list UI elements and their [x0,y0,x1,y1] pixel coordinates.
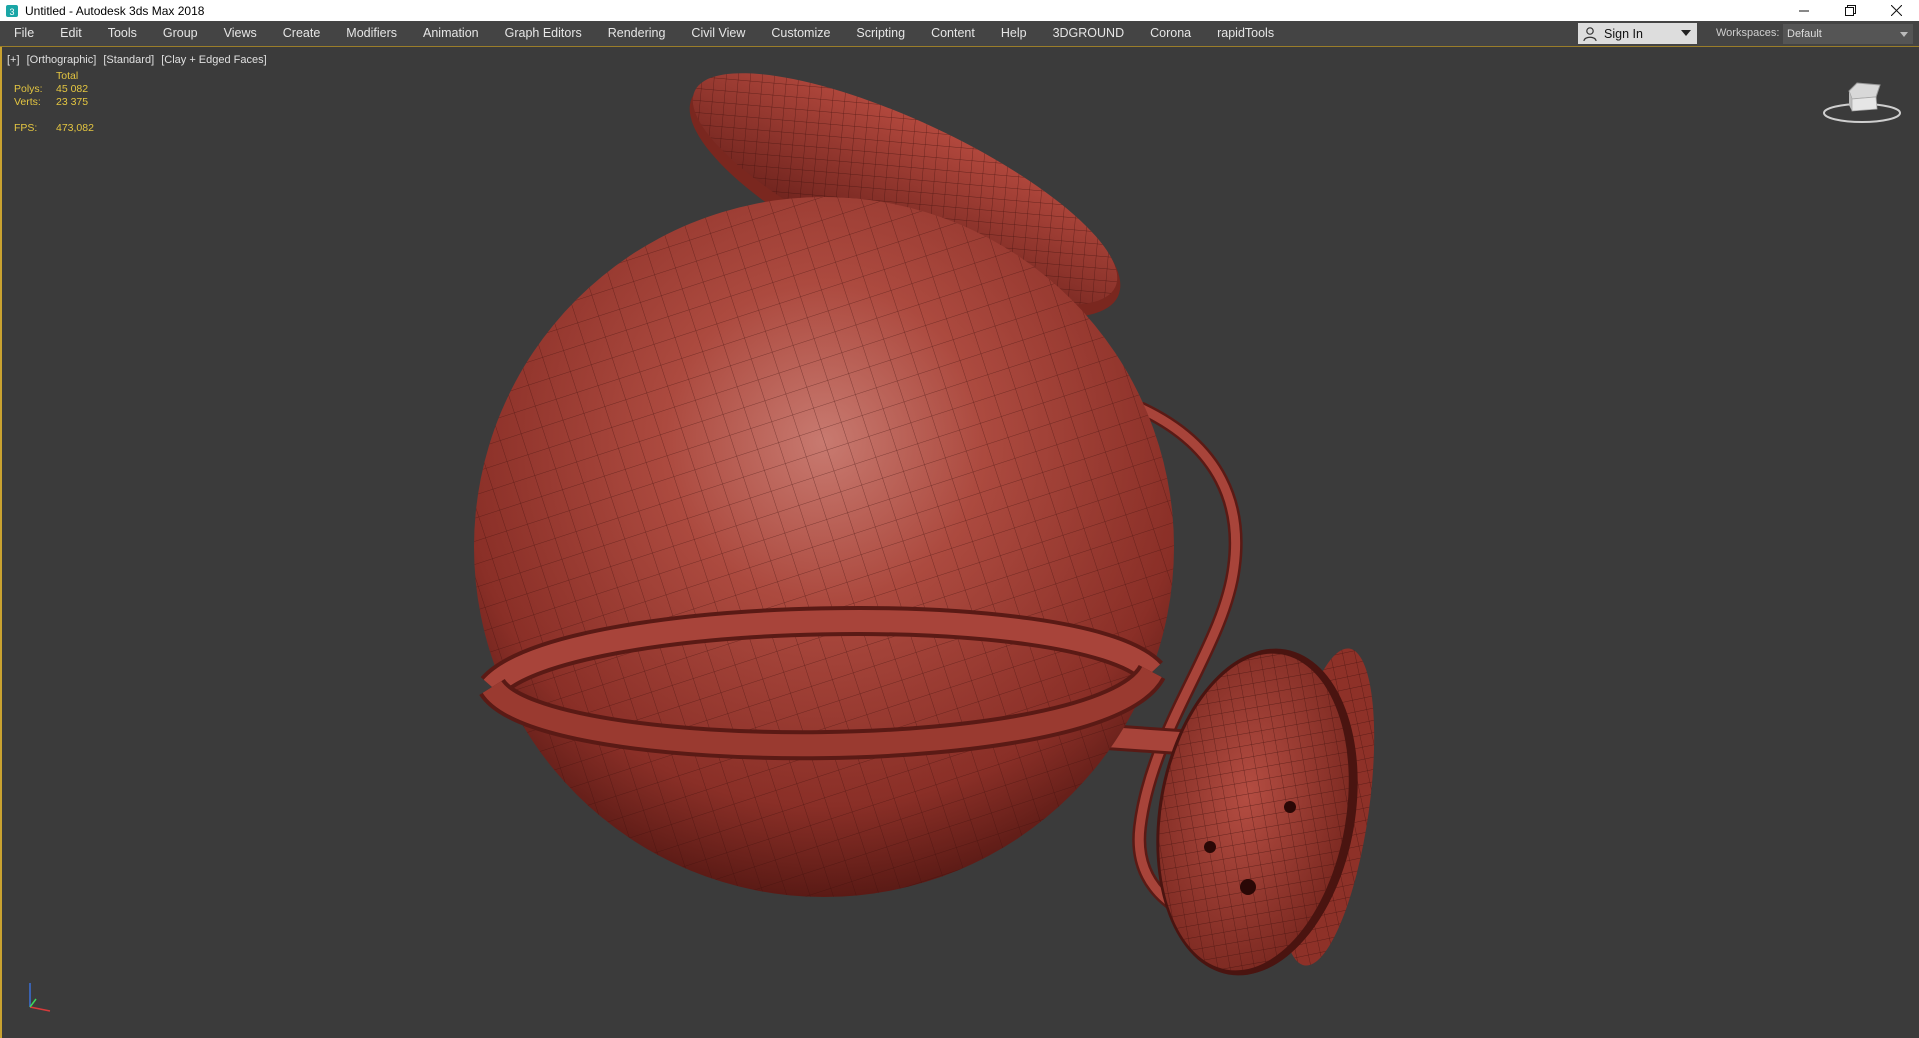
chevron-down-icon [1681,30,1691,36]
menu-scripting[interactable]: Scripting [843,21,918,46]
user-icon [1583,26,1597,41]
workspace-value: Default [1787,28,1822,40]
menu-edit[interactable]: Edit [47,21,95,46]
polys-value: 45 082 [56,83,89,95]
menu-3dground[interactable]: 3DGROUND [1040,21,1138,46]
viewport-menu-plus[interactable]: [+] [7,54,20,66]
menu-file[interactable]: File [0,21,47,46]
menu-modifiers[interactable]: Modifiers [333,21,410,46]
chevron-down-icon [1900,32,1908,37]
menu-help[interactable]: Help [988,21,1040,46]
title-bar: 3 Untitled - Autodesk 3ds Max 2018 [0,0,1919,21]
sign-in-button[interactable]: Sign In [1578,23,1697,44]
statistics-overlay: Total Polys: 45 082 Verts: 23 375 FPS: 4… [14,70,134,140]
window-title: Untitled - Autodesk 3ds Max 2018 [25,3,205,18]
menu-tools[interactable]: Tools [95,21,150,46]
fps-value: 473,082 [56,122,94,134]
viewport-label[interactable]: [+] [Orthographic] [Standard] [Clay + Ed… [7,54,271,66]
verts-value: 23 375 [56,96,89,108]
restore-icon[interactable] [1827,0,1873,21]
fps-label: FPS: [14,122,38,134]
menu-create[interactable]: Create [270,21,334,46]
menu-civil-view[interactable]: Civil View [678,21,758,46]
axis-tripod-icon [29,983,51,1012]
verts-label: Verts: [14,96,41,108]
menu-content[interactable]: Content [918,21,988,46]
3ds-max-icon: 3 [5,4,19,18]
menu-graph-editors[interactable]: Graph Editors [492,21,595,46]
viewport-orthographic[interactable]: [+] [Orthographic] [Standard] [Clay + Ed… [0,47,1919,1038]
stats-header: Total [56,70,79,82]
polys-label: Polys: [14,83,43,95]
menu-group[interactable]: Group [150,21,211,46]
menu-customize[interactable]: Customize [758,21,843,46]
menu-animation[interactable]: Animation [410,21,492,46]
menu-rendering[interactable]: Rendering [595,21,679,46]
menu-corona[interactable]: Corona [1137,21,1204,46]
minimize-icon[interactable] [1781,0,1827,21]
menu-rapidtools[interactable]: rapidTools [1204,21,1287,46]
viewport-style-label[interactable]: [Clay + Edged Faces] [161,54,266,66]
model-sphere[interactable] [472,197,1176,901]
close-icon[interactable] [1873,0,1919,21]
viewport-view-label[interactable]: [Orthographic] [27,54,97,66]
viewcube-icon[interactable] [1822,77,1902,127]
svg-text:3: 3 [9,7,14,17]
sign-in-label: Sign In [1604,26,1643,41]
scene-render[interactable] [2,47,1919,1038]
workspaces-dropdown[interactable]: Default [1783,24,1913,44]
menu-views[interactable]: Views [211,21,270,46]
viewport-shading-label[interactable]: [Standard] [103,54,154,66]
workspaces-label: Workspaces: [1716,27,1780,39]
